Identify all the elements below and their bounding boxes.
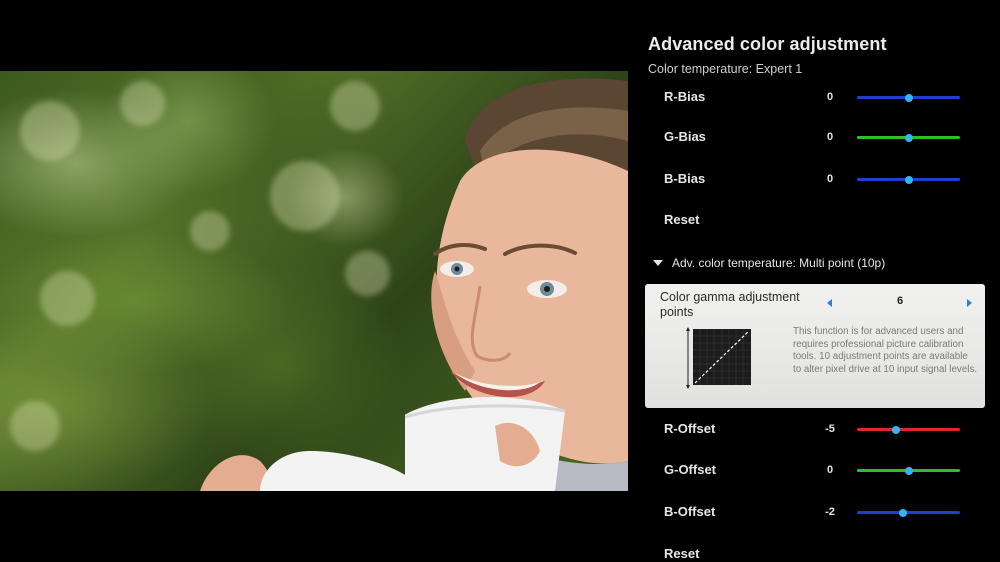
bokeh-light [40,271,95,326]
reset-button: Reset [664,212,700,227]
panel-subtitle: Color temperature: Expert 1 [648,62,803,76]
menu-item-label: G-Bias [664,129,706,144]
g-bias-slider[interactable] [857,133,960,142]
slider-knob[interactable] [904,175,913,184]
arrow-right-icon[interactable] [967,299,972,307]
gamma-curve-icon [686,327,751,389]
menu-item-g-bias[interactable]: G-Bias 0 [645,122,985,152]
reset-button: Reset [664,546,700,561]
menu-item-b-bias[interactable]: B-Bias 0 [645,164,985,194]
bokeh-light [20,101,80,161]
card-description: This function is for advanced users and … [793,326,978,375]
bokeh-light [190,211,230,251]
slider-knob[interactable] [891,425,900,434]
menu-item-r-offset[interactable]: R-Offset -5 [645,414,985,444]
section-label: Adv. color temperature: Multi point (10p… [672,256,886,270]
menu-item-value: -2 [825,506,835,518]
portrait-photo [405,78,628,491]
menu-item-g-offset[interactable]: G-Offset 0 [645,455,985,485]
r-offset-slider[interactable] [857,425,960,434]
arrow-left-icon[interactable] [827,299,832,307]
slider-knob[interactable] [904,466,913,475]
collapse-triangle-icon [653,260,663,266]
r-bias-slider[interactable] [857,93,960,102]
card-value: 6 [896,295,904,307]
menu-item-reset-offset[interactable]: Reset [645,539,985,562]
bokeh-light [120,81,165,126]
slider-knob[interactable] [904,133,913,142]
color-gamma-adjustment-card[interactable]: Color gamma adjustment points 6 This fun… [645,284,985,408]
slider-knob[interactable] [899,508,908,517]
picture-preview [0,71,628,491]
b-offset-slider[interactable] [857,508,960,517]
g-offset-slider[interactable] [857,466,960,475]
bokeh-light [10,401,60,451]
tv-screen: Advanced color adjustment Color temperat… [0,0,1000,562]
menu-item-r-bias[interactable]: R-Bias 0 [645,86,985,112]
b-bias-slider[interactable] [857,175,960,184]
menu-item-label: R-Bias [664,89,706,104]
menu-item-value: 0 [826,91,834,103]
menu-item-label: R-Offset [664,421,716,436]
bokeh-light [345,251,390,296]
menu-item-value: -5 [825,423,835,435]
menu-item-label: B-Bias [664,171,706,186]
panel-title: Advanced color adjustment [648,34,887,54]
menu-item-reset-bias[interactable]: Reset [645,205,985,235]
menu-item-label: G-Offset [664,462,716,477]
menu-item-label: B-Offset [664,504,716,519]
bokeh-light [330,81,380,131]
menu-item-value: 0 [826,131,834,143]
hands [200,451,420,491]
bokeh-light [270,161,340,231]
menu-item-value: 0 [826,173,834,185]
menu-section-adv-color-temperature[interactable]: Adv. color temperature: Multi point (10p… [645,248,985,278]
menu-item-b-offset[interactable]: B-Offset -2 [645,497,985,527]
slider-knob[interactable] [904,93,913,102]
menu-item-value: 0 [826,464,834,476]
card-label: Color gamma adjustment points [660,290,800,319]
